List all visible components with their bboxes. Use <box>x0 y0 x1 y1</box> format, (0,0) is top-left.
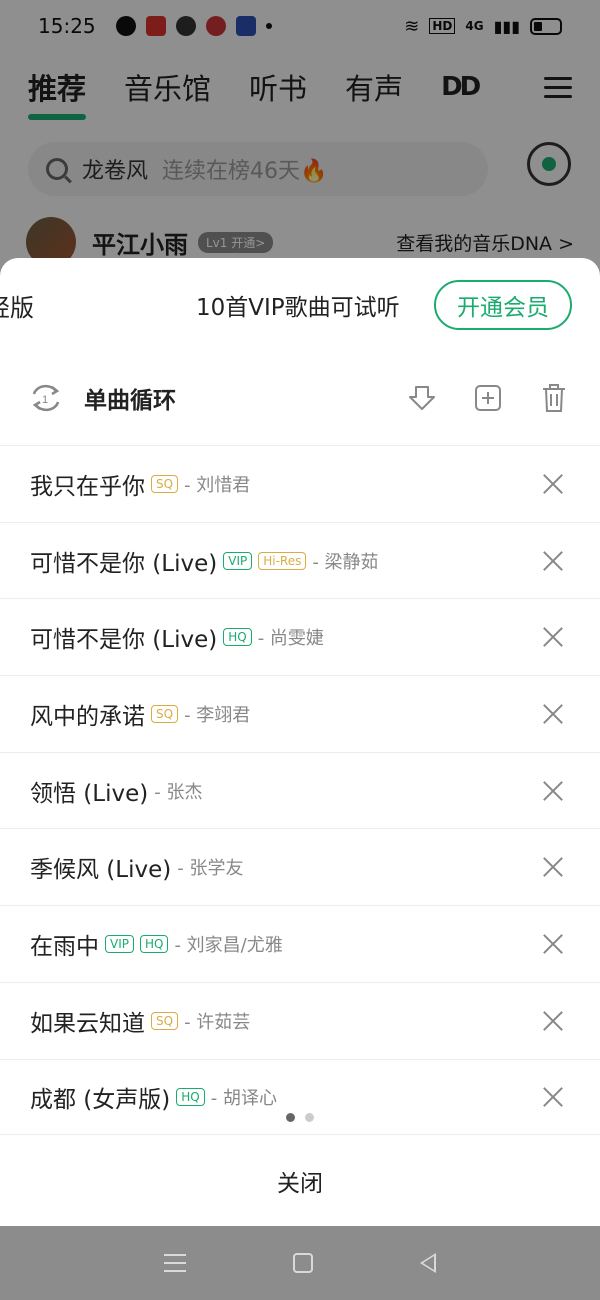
remove-song-icon[interactable] <box>542 780 564 802</box>
song-row[interactable]: 成都 (女声版) HQ - 胡译心 <box>0 1058 600 1136</box>
quality-tag-hq: HQ <box>176 1088 205 1107</box>
song-row[interactable]: 可惜不是你 (Live) VIP Hi-Res - 梁静茹 <box>0 521 600 599</box>
remove-song-icon[interactable] <box>542 550 564 572</box>
song-artist: - 梁静茹 <box>312 551 379 573</box>
open-vip-button[interactable]: 开通会员 <box>434 280 572 330</box>
pager-dot <box>305 1113 314 1122</box>
song-artist: - 李翊君 <box>184 704 251 726</box>
play-mode-row: 1 单曲循环 <box>0 370 600 426</box>
song-artist: - 胡译心 <box>210 1088 277 1110</box>
playlist-sheet: 轻版 10首VIP歌曲可试听 开通会员 1 单曲循环 我 <box>0 258 600 1226</box>
song-title: 我只在乎你 <box>30 473 145 500</box>
song-title: 风中的承诺 <box>30 703 145 730</box>
delete-all-icon[interactable] <box>534 378 574 418</box>
download-icon[interactable] <box>402 378 442 418</box>
song-title: 成都 (女声版) <box>30 1087 171 1114</box>
quality-tag-sq: SQ <box>151 474 179 493</box>
song-row[interactable]: 可惜不是你 (Live) HQ - 尚雯婕 <box>0 598 600 675</box>
quality-tag-hq: HQ <box>223 628 252 647</box>
song-artist: - 张学友 <box>177 858 244 880</box>
home-icon[interactable] <box>292 1253 313 1273</box>
remove-song-icon[interactable] <box>542 473 564 495</box>
quality-tag-vip: VIP <box>223 551 253 570</box>
vip-promo-banner: 轻版 10首VIP歌曲可试听 开通会员 <box>0 278 600 332</box>
single-loop-icon[interactable]: 1 <box>28 382 64 414</box>
promo-prev-text: 轻版 <box>0 293 34 322</box>
song-title: 可惜不是你 (Live) <box>30 550 218 577</box>
add-to-playlist-icon[interactable] <box>468 378 508 418</box>
quality-tag-hires: Hi-Res <box>258 551 307 570</box>
song-title: 可惜不是你 (Live) <box>30 627 218 654</box>
song-title: 领悟 (Live) <box>30 780 149 807</box>
song-artist: - 许茹芸 <box>184 1011 251 1033</box>
song-row[interactable]: 在雨中 VIP HQ - 刘家昌/尤雅 <box>0 905 600 982</box>
remove-song-icon[interactable] <box>542 856 564 878</box>
remove-song-icon[interactable] <box>542 1010 564 1032</box>
play-mode-label[interactable]: 单曲循环 <box>84 381 176 415</box>
song-artist: - 刘惜君 <box>184 474 251 496</box>
song-title: 在雨中 <box>30 933 99 960</box>
remove-song-icon[interactable] <box>542 933 564 955</box>
song-title: 如果云知道 <box>30 1010 145 1037</box>
song-artist: - 张杰 <box>154 781 203 803</box>
mode-actions <box>402 378 600 418</box>
quality-tag-sq: SQ <box>151 1011 179 1030</box>
svg-text:1: 1 <box>42 394 48 406</box>
song-artist: - 尚雯婕 <box>257 628 324 650</box>
song-row[interactable]: 季候风 (Live) - 张学友 <box>0 828 600 905</box>
remove-song-icon[interactable] <box>542 703 564 725</box>
pager-dot <box>286 1113 295 1122</box>
song-title: 季候风 (Live) <box>30 857 172 884</box>
quality-tag-hq: HQ <box>139 934 169 953</box>
song-row[interactable]: 风中的承诺 SQ - 李翊君 <box>0 675 600 752</box>
song-list: 我只在乎你 SQ - 刘惜君 可惜不是你 (Live) VIP Hi-Res - 梁静茹 可惜… <box>0 445 600 1135</box>
back-icon[interactable] <box>420 1253 437 1273</box>
remove-song-icon[interactable] <box>542 1086 564 1108</box>
system-nav-bar <box>0 1226 600 1300</box>
song-row[interactable]: 领悟 (Live) - 张杰 <box>0 751 600 829</box>
recent-apps-icon[interactable] <box>163 1254 186 1272</box>
song-row[interactable]: 如果云知道 SQ - 许茹芸 <box>0 981 600 1059</box>
promo-text: 10首VIP歌曲可试听 <box>196 295 400 321</box>
song-artist: - 刘家昌/尤雅 <box>174 934 283 956</box>
quality-tag-sq: SQ <box>151 704 179 723</box>
remove-song-icon[interactable] <box>542 626 564 648</box>
close-button[interactable]: 关闭 <box>0 1134 600 1226</box>
pager-dots <box>0 1113 600 1122</box>
quality-tag-vip: VIP <box>105 934 134 953</box>
song-row[interactable]: 我只在乎你 SQ - 刘惜君 <box>0 445 600 522</box>
